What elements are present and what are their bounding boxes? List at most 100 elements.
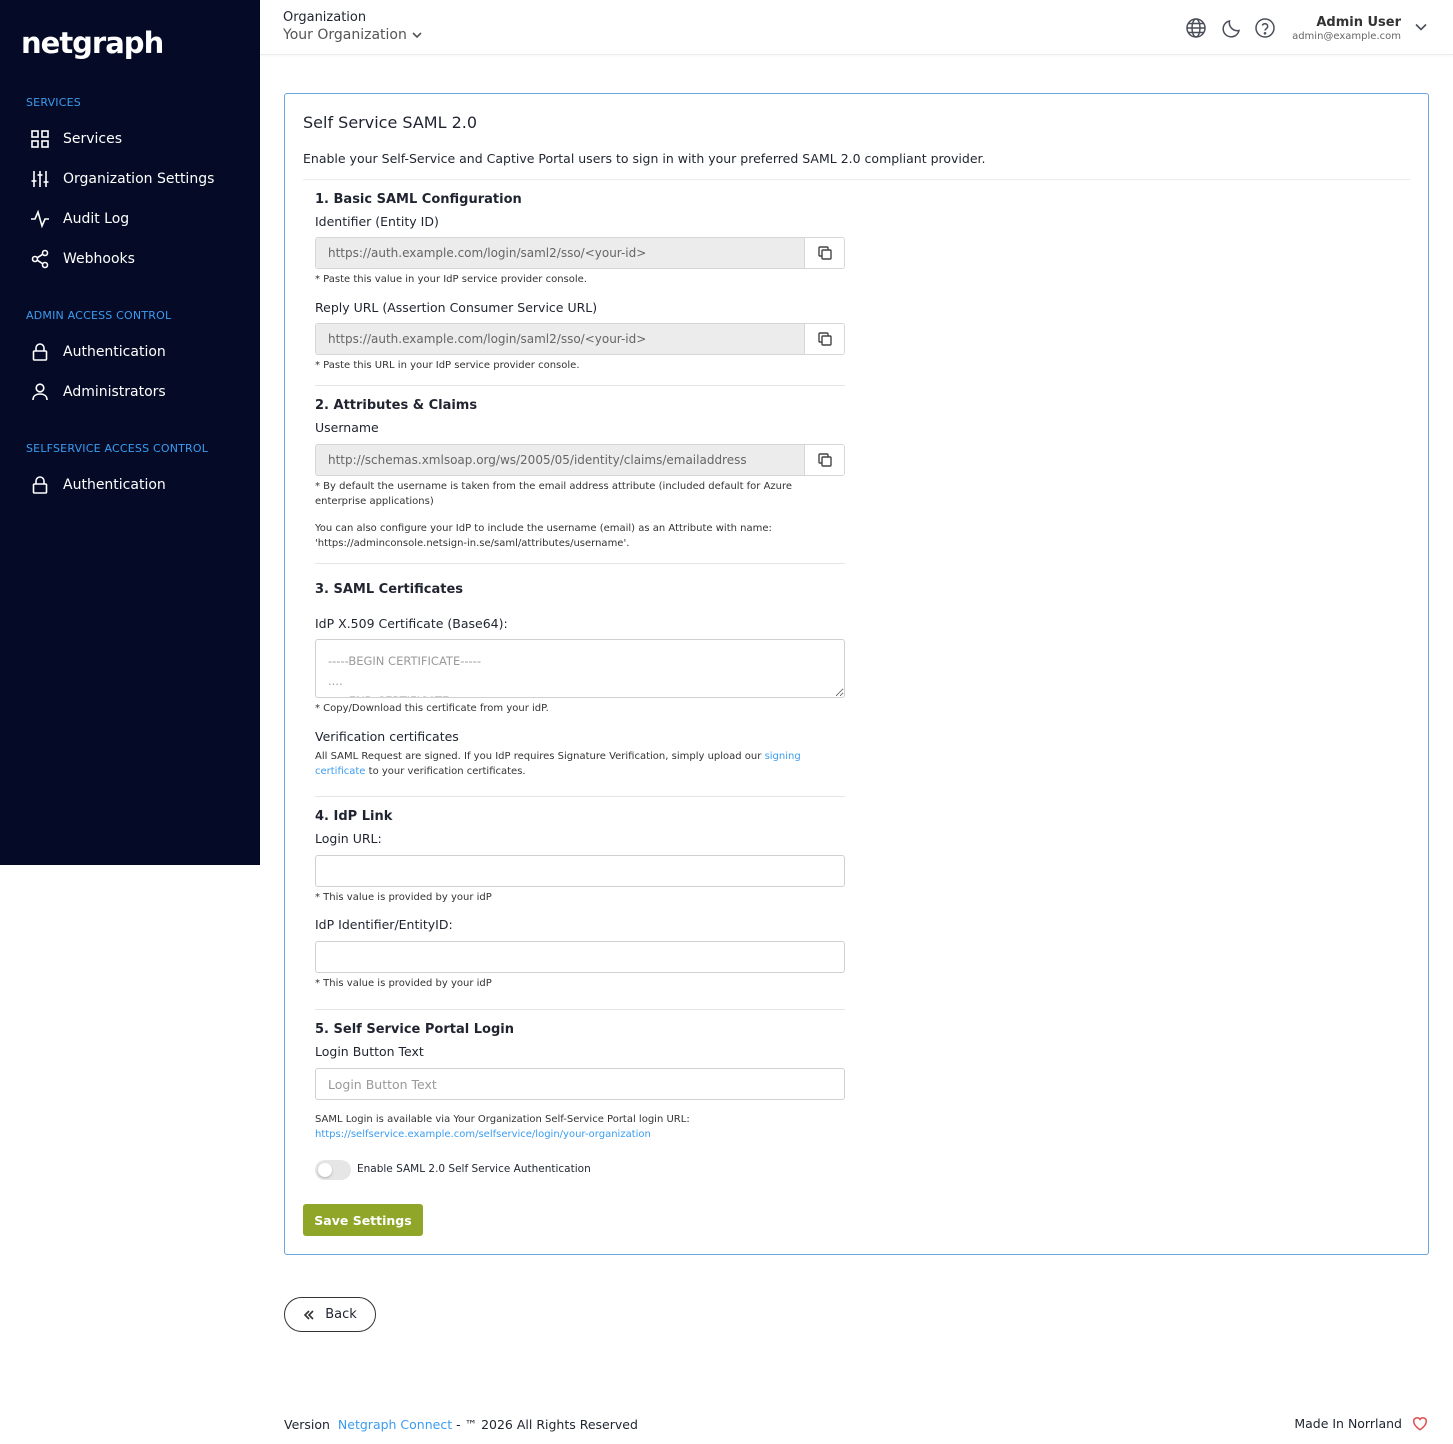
verification-text-end: to your verification certificates. xyxy=(365,766,526,777)
certificate-textarea[interactable] xyxy=(315,639,845,698)
sidebar: netgraph SERVICES Services Organization … xyxy=(0,0,260,865)
section-idp-link-title: 4. IdP Link xyxy=(315,809,393,824)
identifier-field-group xyxy=(315,237,845,269)
top-header: Organization Your Organization Admin Use… xyxy=(260,0,1453,55)
netgraph-connect-link[interactable]: Netgraph Connect xyxy=(338,1417,452,1432)
copy-icon xyxy=(817,453,832,467)
card-title: Self Service SAML 2.0 xyxy=(303,113,478,132)
sidebar-item-label: Authentication xyxy=(63,344,166,360)
section-attributes-title: 2. Attributes & Claims xyxy=(315,398,478,413)
verification-certificates-text: All SAML Request are signed. If you IdP … xyxy=(315,749,835,779)
reply-url-label: Reply URL (Assertion Consumer Service UR… xyxy=(315,300,598,315)
sidebar-item-label: Webhooks xyxy=(63,251,135,267)
footer-rights: - ™ 2026 All Rights Reserved xyxy=(456,1417,638,1432)
identifier-hint: * Paste this value in your IdP service p… xyxy=(315,274,587,285)
sidebar-item-administrators[interactable]: Administrators xyxy=(30,380,166,404)
heart-icon xyxy=(1412,1417,1428,1431)
divider xyxy=(315,1009,845,1010)
saml-settings-card: Self Service SAML 2.0 Enable your Self-S… xyxy=(284,93,1429,1255)
sidebar-item-label: Services xyxy=(63,131,123,147)
globe-icon[interactable] xyxy=(1185,17,1207,39)
idp-entity-id-label: IdP Identifier/EntityID: xyxy=(315,917,453,932)
selfservice-login-url-link[interactable]: https://selfservice.example.com/selfserv… xyxy=(315,1129,651,1140)
organization-select[interactable]: Your Organization xyxy=(283,27,423,43)
share-icon xyxy=(30,249,50,269)
divider xyxy=(303,179,1410,180)
organization-label: Organization xyxy=(283,10,367,25)
grid-icon xyxy=(30,129,50,149)
footer-version-prefix: Version xyxy=(284,1417,330,1432)
lock-icon xyxy=(30,475,50,495)
copy-icon xyxy=(817,246,832,260)
login-button-text-label: Login Button Text xyxy=(315,1044,424,1059)
section-portal-login-title: 5. Self Service Portal Login xyxy=(315,1022,514,1037)
sidebar-item-label: Authentication xyxy=(63,477,166,493)
login-url-hint: * This value is provided by your idP xyxy=(315,892,492,903)
user-name[interactable]: Admin User xyxy=(1316,15,1401,30)
portal-login-info: SAML Login is available via Your Organiz… xyxy=(315,1112,835,1142)
sidebar-item-label: Audit Log xyxy=(63,211,130,227)
username-attribute-hint: You can also configure your IdP to inclu… xyxy=(315,523,772,549)
sidebar-item-label: Administrators xyxy=(63,384,166,400)
username-label: Username xyxy=(315,420,379,435)
back-button-label: Back xyxy=(325,1307,357,1322)
sidebar-item-admin-authentication[interactable]: Authentication xyxy=(30,340,166,364)
back-button[interactable]: Back xyxy=(284,1297,376,1332)
certificate-hint: * Copy/Download this certificate from yo… xyxy=(315,703,549,714)
sidebar-item-services[interactable]: Services xyxy=(30,127,122,151)
login-button-text-input[interactable] xyxy=(315,1068,845,1100)
reply-url-field-group xyxy=(315,323,845,355)
sidebar-item-audit-log[interactable]: Audit Log xyxy=(30,207,129,231)
user-menu-chevron-icon[interactable] xyxy=(1413,19,1429,35)
verification-certificates-label: Verification certificates xyxy=(315,729,459,744)
username-hint: * By default the username is taken from … xyxy=(315,481,793,507)
certificate-label: IdP X.509 Certificate (Base64): xyxy=(315,616,508,631)
enable-saml-toggle-label: Enable SAML 2.0 Self Service Authenticat… xyxy=(357,1163,591,1175)
divider xyxy=(315,796,845,797)
card-description: Enable your Self-Service and Captive Por… xyxy=(303,151,986,166)
copy-username-button[interactable] xyxy=(804,445,844,475)
copy-icon xyxy=(817,332,832,346)
footer-made-in-text: Made In Norrland xyxy=(1294,1415,1402,1431)
copy-reply-url-button[interactable] xyxy=(804,324,844,354)
identifier-input[interactable] xyxy=(316,238,804,268)
reply-url-hint: * Paste this URL in your IdP service pro… xyxy=(315,360,580,371)
idp-entity-id-hint: * This value is provided by your idP xyxy=(315,978,492,989)
nav-section-admin-access-control: ADMIN ACCESS CONTROL xyxy=(26,309,172,322)
username-field-group xyxy=(315,444,845,476)
sidebar-item-label: Organization Settings xyxy=(63,171,215,187)
sliders-icon xyxy=(30,169,50,189)
reply-url-input[interactable] xyxy=(316,324,804,354)
netgraph-logo[interactable]: netgraph xyxy=(21,26,164,60)
save-settings-button[interactable]: Save Settings xyxy=(303,1204,423,1236)
chevron-down-icon xyxy=(412,32,422,39)
footer-made-in: Made In Norrland xyxy=(1294,1414,1429,1432)
sidebar-item-organization-settings[interactable]: Organization Settings xyxy=(30,167,214,191)
lock-icon xyxy=(30,342,50,362)
login-url-input[interactable] xyxy=(315,855,845,887)
help-icon[interactable] xyxy=(1254,17,1276,39)
idp-entity-id-input[interactable] xyxy=(315,941,845,973)
identifier-label: Identifier (Entity ID) xyxy=(315,214,439,229)
portal-login-info-text: SAML Login is available via Your Organiz… xyxy=(315,1114,690,1125)
toggle-knob xyxy=(318,1163,332,1177)
organization-select-value: Your Organization xyxy=(283,27,407,43)
username-attribute-input[interactable] xyxy=(316,445,804,475)
nav-section-selfservice-access-control: SELFSERVICE ACCESS CONTROL xyxy=(26,442,209,455)
user-icon xyxy=(30,382,50,402)
footer-version: Version Netgraph Connect - ™ 2026 All Ri… xyxy=(284,1417,638,1432)
verification-text-start: All SAML Request are signed. If you IdP … xyxy=(315,751,765,762)
copy-identifier-button[interactable] xyxy=(804,238,844,268)
sidebar-item-webhooks[interactable]: Webhooks xyxy=(30,247,135,271)
nav-section-services: SERVICES xyxy=(26,96,81,109)
enable-saml-toggle[interactable] xyxy=(315,1160,351,1180)
divider xyxy=(315,385,845,386)
chevrons-left-icon xyxy=(304,1309,314,1320)
login-url-label: Login URL: xyxy=(315,831,382,846)
user-email: admin@example.com xyxy=(1292,31,1401,42)
divider xyxy=(315,563,845,564)
dark-mode-icon[interactable] xyxy=(1221,17,1243,39)
sidebar-item-selfservice-authentication[interactable]: Authentication xyxy=(30,473,166,497)
section-basic-saml-title: 1. Basic SAML Configuration xyxy=(315,192,522,207)
section-certificates-title: 3. SAML Certificates xyxy=(315,582,464,597)
